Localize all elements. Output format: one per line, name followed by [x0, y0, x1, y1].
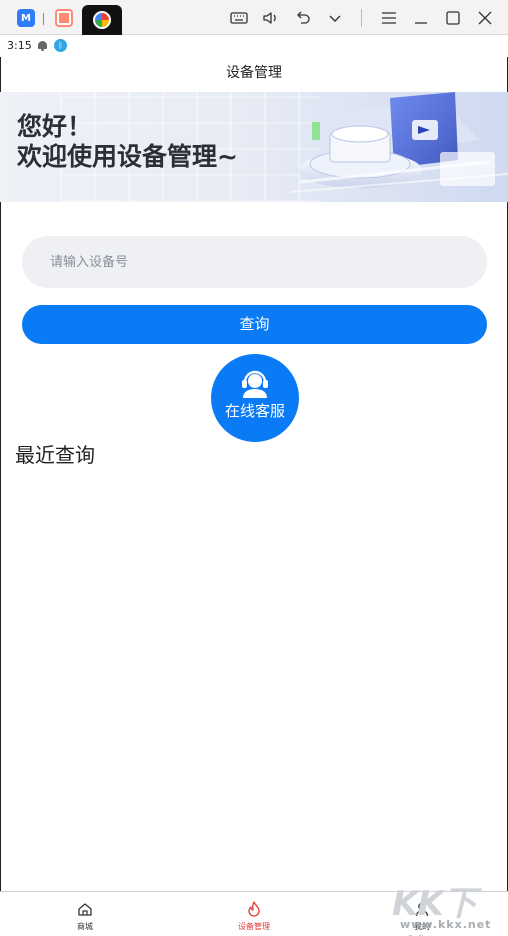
- welcome-banner: 您好！ 欢迎使用设备管理~: [0, 92, 508, 202]
- banner-heading: 您好！ 欢迎使用设备管理~: [17, 112, 238, 172]
- active-app-icon: [93, 11, 111, 29]
- query-button[interactable]: 查询: [22, 305, 487, 344]
- orange-app-icon[interactable]: [55, 9, 73, 27]
- active-app-tab[interactable]: [82, 5, 122, 35]
- titlebar-divider: [43, 13, 44, 25]
- menu-icon[interactable]: [379, 8, 399, 28]
- nav-item-device-management[interactable]: 设备管理: [214, 892, 294, 936]
- banner-greeting: 您好！: [17, 112, 93, 141]
- watermark: KK下载 www.kkx.net: [388, 876, 508, 936]
- undo-icon[interactable]: [293, 8, 313, 28]
- keyboard-icon[interactable]: [229, 8, 249, 28]
- banner-illustration: [290, 92, 508, 193]
- status-bar: 3:15 ᛒ: [0, 35, 508, 57]
- meitu-app-icon[interactable]: M: [17, 9, 35, 27]
- online-support-button[interactable]: 在线客服: [211, 354, 299, 442]
- nav-item-shop[interactable]: 商城: [45, 892, 125, 936]
- headset-user-icon: [242, 370, 268, 398]
- home-icon: [78, 903, 92, 916]
- notification-bell-icon: [37, 40, 48, 52]
- app-frame: M 3:15 ᛒ 设备管理 您好！ 欢迎使用设备管理~ 请输入设备号 查询 在线…: [0, 0, 508, 936]
- status-time: 3:15: [7, 39, 32, 52]
- volume-icon[interactable]: [261, 8, 281, 28]
- chevron-down-icon[interactable]: [325, 8, 345, 28]
- online-support-label: 在线客服: [224, 402, 285, 420]
- page-title: 设备管理: [226, 65, 282, 81]
- minimize-icon[interactable]: [411, 8, 431, 28]
- nav-label-shop: 商城: [77, 922, 93, 931]
- emulator-titlebar: M: [0, 0, 508, 35]
- close-icon[interactable]: [475, 8, 495, 28]
- titlebar-divider: [361, 9, 362, 27]
- recent-queries-title: 最近查询: [15, 443, 95, 467]
- flame-icon: [248, 901, 260, 917]
- watermark-url: www.kkx.net: [400, 918, 492, 931]
- banner-welcome: 欢迎使用设备管理~: [17, 142, 238, 171]
- device-number-input[interactable]: [22, 236, 487, 288]
- bluetooth-icon: ᛒ: [54, 39, 67, 52]
- nav-label-device-management: 设备管理: [238, 922, 270, 931]
- maximize-icon[interactable]: [443, 8, 463, 28]
